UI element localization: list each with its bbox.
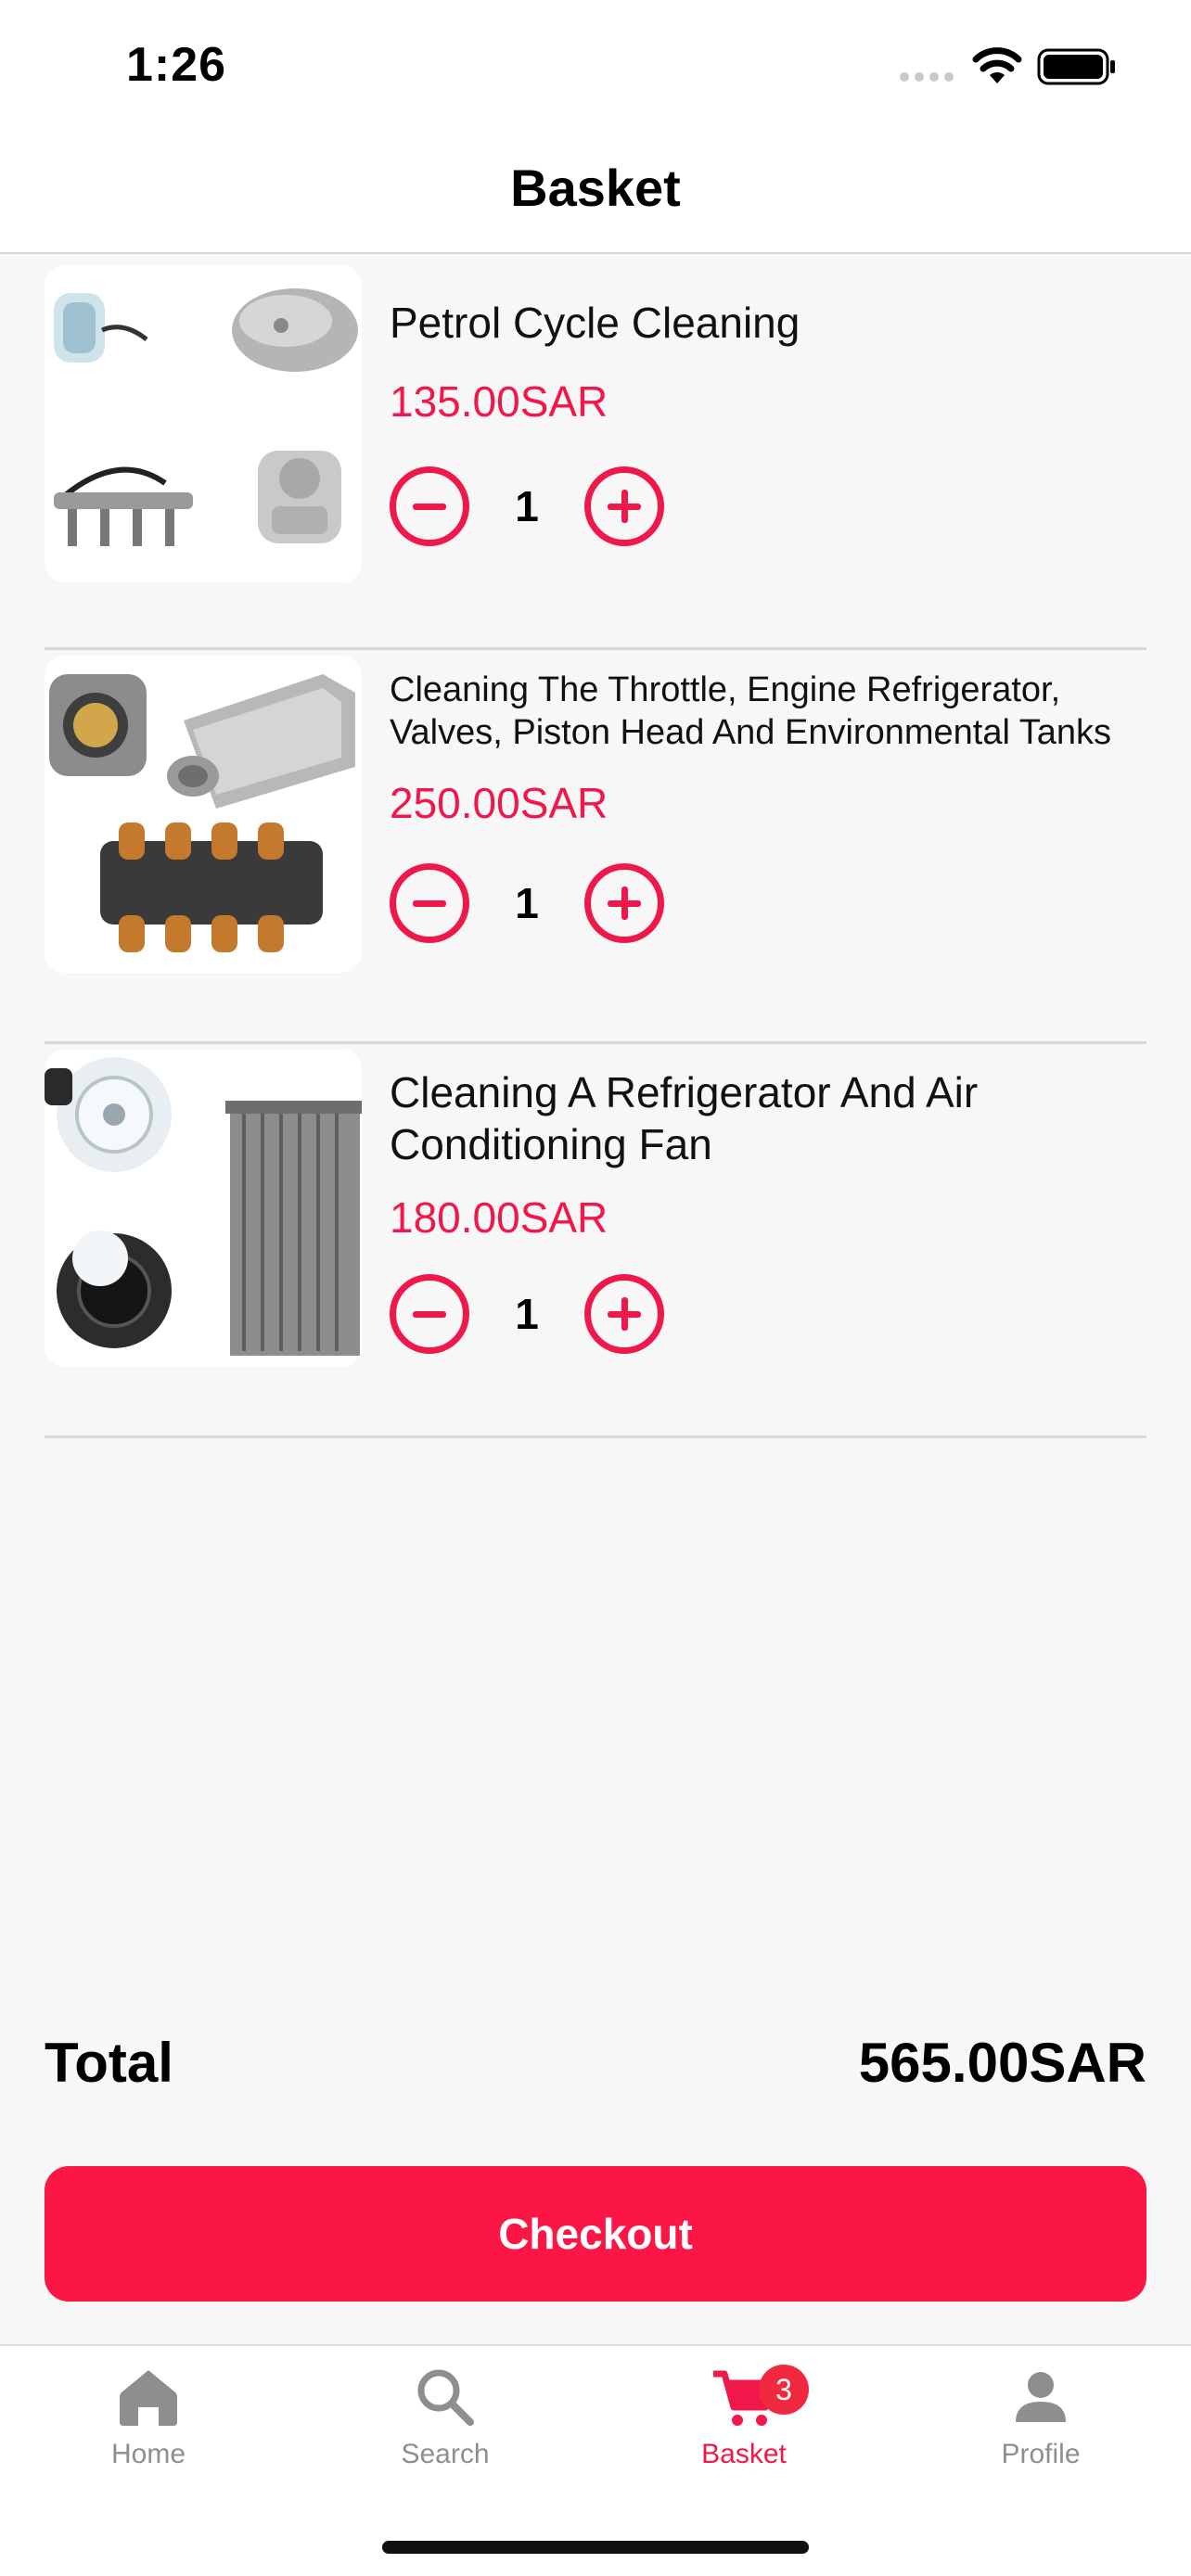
total-label: Total: [45, 2032, 173, 2094]
status-bar: 1:26: [0, 0, 1191, 130]
throttle-intake-parts-image: [45, 656, 362, 973]
tab-profile[interactable]: Profile: [948, 2365, 1133, 2470]
tab-basket[interactable]: Basket 3: [651, 2365, 837, 2470]
quantity-value: 1: [515, 482, 539, 530]
decrease-quantity-button[interactable]: [390, 863, 469, 943]
item-price: 250.00SAR: [390, 779, 608, 827]
tab-label: Search: [401, 2439, 490, 2469]
tab-home[interactable]: Home: [56, 2365, 241, 2470]
tab-label: Home: [110, 2439, 186, 2469]
cart-item: Petrol Cycle Cleaning 135.00SAR 1: [45, 256, 1146, 650]
quantity-stepper: 1: [390, 1274, 664, 1354]
checkout-button[interactable]: Checkout: [45, 2166, 1146, 2302]
search-icon: [417, 2369, 474, 2426]
total-value: 565.00SAR: [858, 2032, 1146, 2094]
quantity-value: 1: [515, 1290, 539, 1338]
home-icon: [120, 2370, 177, 2426]
increase-quantity-button[interactable]: [584, 863, 664, 943]
cellular-signal-icon: [900, 72, 954, 82]
tab-label: Profile: [1001, 2439, 1081, 2469]
item-price: 135.00SAR: [390, 377, 608, 426]
cart-item: Cleaning The Throttle, Engine Refrigerat…: [45, 650, 1146, 1044]
increase-quantity-button[interactable]: [584, 1274, 664, 1354]
item-price: 180.00SAR: [390, 1193, 608, 1242]
page-title: Basket: [510, 159, 681, 217]
person-icon: [1016, 2372, 1066, 2422]
ac-fan-parts-image: [45, 1050, 362, 1367]
fuel-system-parts-image: [45, 265, 362, 582]
item-name: Cleaning The Throttle, Engine Refrigerat…: [390, 670, 1112, 752]
cart-item: Cleaning A Refrigerator And Air Conditio…: [45, 1044, 1146, 1438]
total-row: Total 565.00SAR: [45, 2031, 1146, 2095]
increase-quantity-button[interactable]: [584, 466, 664, 546]
quantity-stepper: 1: [390, 466, 664, 546]
wifi-icon: [972, 47, 1022, 83]
battery-icon: [1037, 48, 1115, 85]
navigation-header: Basket: [0, 130, 1191, 254]
decrease-quantity-button[interactable]: [390, 1274, 469, 1354]
status-time: 1:26: [126, 38, 227, 92]
home-indicator[interactable]: [382, 2541, 809, 2554]
item-name: Petrol Cycle Cleaning: [390, 299, 800, 347]
quantity-stepper: 1: [390, 863, 664, 943]
decrease-quantity-button[interactable]: [390, 466, 469, 546]
quantity-value: 1: [515, 879, 539, 927]
tab-label: Basket: [701, 2439, 787, 2469]
item-name: Cleaning A Refrigerator And Air Conditio…: [390, 1068, 979, 1168]
cart-count-badge: 3: [759, 2365, 809, 2415]
tab-search[interactable]: Search: [352, 2365, 538, 2470]
cart-list: Petrol Cycle Cleaning 135.00SAR 1 Cleani…: [45, 256, 1146, 1438]
